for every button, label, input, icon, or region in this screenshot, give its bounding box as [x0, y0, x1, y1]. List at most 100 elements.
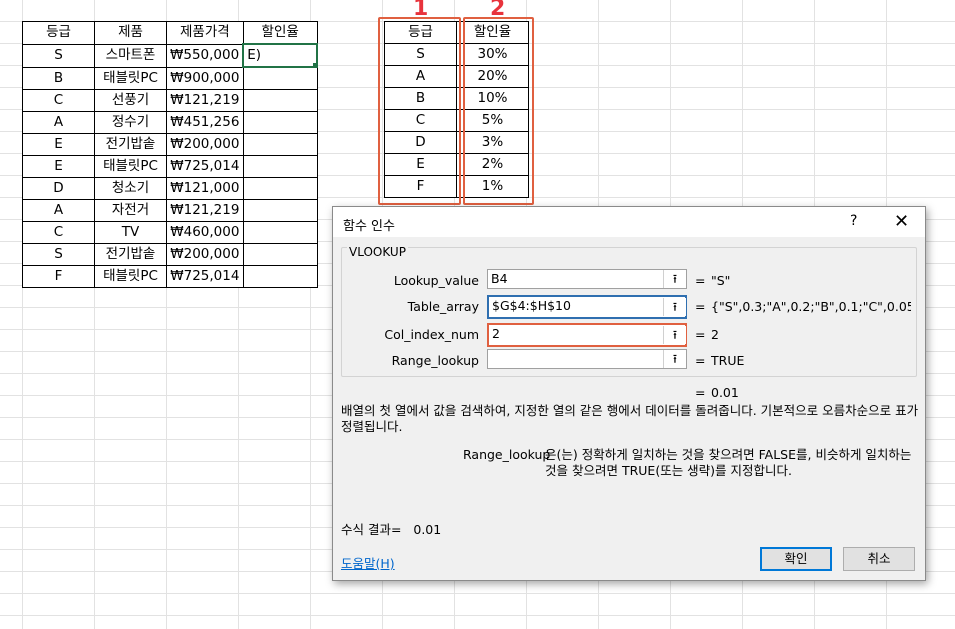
function-overall-result: 0.01 [711, 385, 739, 400]
collapse-dialog-icon[interactable]: ⭱ [663, 350, 686, 368]
arg-result-table-array: {"S",0.3;"A",0.2;"B",0.1;"C",0.05;"D",0.… [711, 299, 911, 314]
product-row: A 정수기 ₩451,256 [22, 111, 318, 134]
fill-handle[interactable] [312, 62, 316, 65]
product-cell[interactable]: 태블릿PC [94, 66, 167, 90]
equals-sign: = [695, 299, 706, 314]
dialog-title: 함수 인수 [343, 219, 395, 234]
product-row: B 태블릿PC ₩900,000 [22, 66, 318, 90]
annotation-number-2: 2 [490, 0, 506, 21]
product-cell[interactable]: 자전거 [94, 199, 167, 222]
param-description: 은(는) 정확하게 일치하는 것을 찾으려면 FALSE를, 비슷하게 일치하는… [545, 447, 912, 478]
close-icon[interactable]: ✕ [894, 211, 909, 232]
formula-result: 수식 결과= 0.01 [341, 519, 441, 538]
product-row: A 자전거 ₩121,219 [22, 199, 318, 222]
product-row: E 태블릿PC ₩725,014 [22, 155, 318, 178]
product-cell[interactable]: ₩121,000 [166, 177, 244, 200]
product-cell[interactable] [242, 243, 318, 266]
product-cell[interactable] [242, 199, 318, 222]
help-icon[interactable]: ? [850, 213, 857, 229]
product-cell[interactable] [242, 221, 318, 244]
range-lookup-input[interactable] [487, 349, 687, 369]
arg-label-range-lookup: Range_lookup [391, 353, 479, 368]
product-cell[interactable]: ₩200,000 [166, 133, 244, 156]
product-cell[interactable]: B [22, 66, 95, 90]
arg-label-lookup-value: Lookup_value [393, 273, 479, 288]
product-header-cell[interactable]: 할인율 [242, 21, 318, 45]
product-cell[interactable] [242, 133, 318, 156]
product-cell[interactable]: 청소기 [94, 177, 167, 200]
equals-sign: = [695, 353, 706, 368]
product-cell[interactable]: 태블릿PC [94, 155, 167, 178]
formula-result-label: 수식 결과= [341, 522, 402, 537]
table-array-input[interactable]: $G$4:$H$10 [487, 295, 687, 319]
arg-label-col-index-num: Col_index_num [384, 327, 479, 342]
product-cell[interactable]: ₩725,014 [166, 155, 244, 178]
product-cell[interactable]: ₩550,000 [166, 43, 244, 68]
product-cell[interactable] [242, 66, 318, 90]
product-row: E 전기밥솥 ₩200,000 [22, 133, 318, 156]
product-row: D 청소기 ₩121,000 [22, 177, 318, 200]
product-cell[interactable]: S [22, 43, 95, 68]
ok-button[interactable]: 확인 [760, 547, 832, 571]
product-cell[interactable]: A [22, 199, 95, 222]
product-cell[interactable]: ₩121,219 [166, 89, 244, 112]
equals-sign: = [695, 327, 706, 342]
product-cell[interactable]: 선풍기 [94, 89, 167, 112]
product-cell[interactable]: 전기밥솥 [94, 133, 167, 156]
product-cell[interactable]: D [22, 177, 95, 200]
highlight-box-discount-column [463, 17, 534, 205]
formula-result-value: 0.01 [413, 522, 442, 537]
product-cell[interactable]: C [22, 221, 95, 244]
product-cell[interactable]: ₩121,219 [166, 199, 244, 222]
dialog-title-bar[interactable]: 함수 인수 ? ✕ [333, 207, 925, 237]
product-cell[interactable]: E [22, 133, 95, 156]
help-link[interactable]: 도움말(H) [341, 553, 395, 572]
product-row: S 스마트폰 ₩550,000 E) [22, 43, 319, 68]
product-cell[interactable]: S [22, 243, 95, 266]
arg-result-col-index-num: 2 [711, 327, 719, 342]
cancel-button[interactable]: 취소 [843, 547, 915, 571]
active-formula-cell[interactable]: E) [242, 43, 319, 68]
product-cell[interactable]: ₩451,256 [166, 111, 244, 134]
equals-sign: = [695, 385, 706, 400]
product-header-cell[interactable]: 등급 [22, 21, 95, 45]
product-row: C 선풍기 ₩121,219 [22, 89, 318, 112]
equals-sign: = [695, 273, 706, 288]
collapse-dialog-icon[interactable]: ⭱ [663, 270, 686, 288]
param-name: Range_lookup [463, 447, 551, 462]
highlight-box-grade-column [378, 17, 461, 205]
arg-label-table-array: Table_array [407, 299, 479, 314]
annotation-number-1: 1 [413, 0, 429, 21]
product-cell[interactable] [242, 89, 318, 112]
collapse-dialog-icon[interactable]: ⭱ [663, 298, 686, 316]
product-cell[interactable]: TV [94, 221, 167, 244]
function-description: 배열의 첫 열에서 값을 검색하여, 지정한 열의 같은 행에서 데이터를 돌려… [341, 403, 919, 434]
product-cell[interactable]: A [22, 111, 95, 134]
product-cell[interactable]: ₩725,014 [166, 265, 244, 288]
product-cell[interactable]: 정수기 [94, 111, 167, 134]
product-cell[interactable]: ₩200,000 [166, 243, 244, 266]
function-name: VLOOKUP [347, 245, 408, 259]
product-cell[interactable]: E [22, 155, 95, 178]
collapse-dialog-icon[interactable]: ⭱ [663, 326, 686, 344]
arg-result-lookup-value: "S" [711, 273, 731, 288]
lookup-value-input[interactable]: B4 [487, 269, 687, 289]
product-cell[interactable]: 스마트폰 [94, 43, 167, 68]
product-row: C TV ₩460,000 [22, 221, 318, 244]
product-cell[interactable]: 태블릿PC [94, 265, 167, 288]
product-cell[interactable]: ₩900,000 [166, 66, 244, 90]
col-index-num-input[interactable]: 2 [487, 323, 687, 347]
product-cell[interactable]: F [22, 265, 95, 288]
product-cell[interactable]: 전기밥솥 [94, 243, 167, 266]
product-cell[interactable] [242, 265, 318, 288]
product-cell[interactable]: ₩460,000 [166, 221, 244, 244]
product-cell[interactable] [242, 177, 318, 200]
function-arguments-dialog: 함수 인수 ? ✕ VLOOKUP Lookup_value B4 ⭱ = "S… [332, 206, 926, 581]
product-header-cell[interactable]: 제품가격 [166, 21, 244, 45]
product-cell[interactable]: C [22, 89, 95, 112]
product-row: S 전기밥솥 ₩200,000 [22, 243, 318, 266]
product-header-cell[interactable]: 제품 [94, 21, 167, 45]
product-table: 등급 제품 제품가격 할인율 S 스마트폰 ₩550,000 E) B 태블릿PC ₩900,000… [22, 21, 319, 288]
product-cell[interactable] [242, 111, 318, 134]
product-cell[interactable] [242, 155, 318, 178]
